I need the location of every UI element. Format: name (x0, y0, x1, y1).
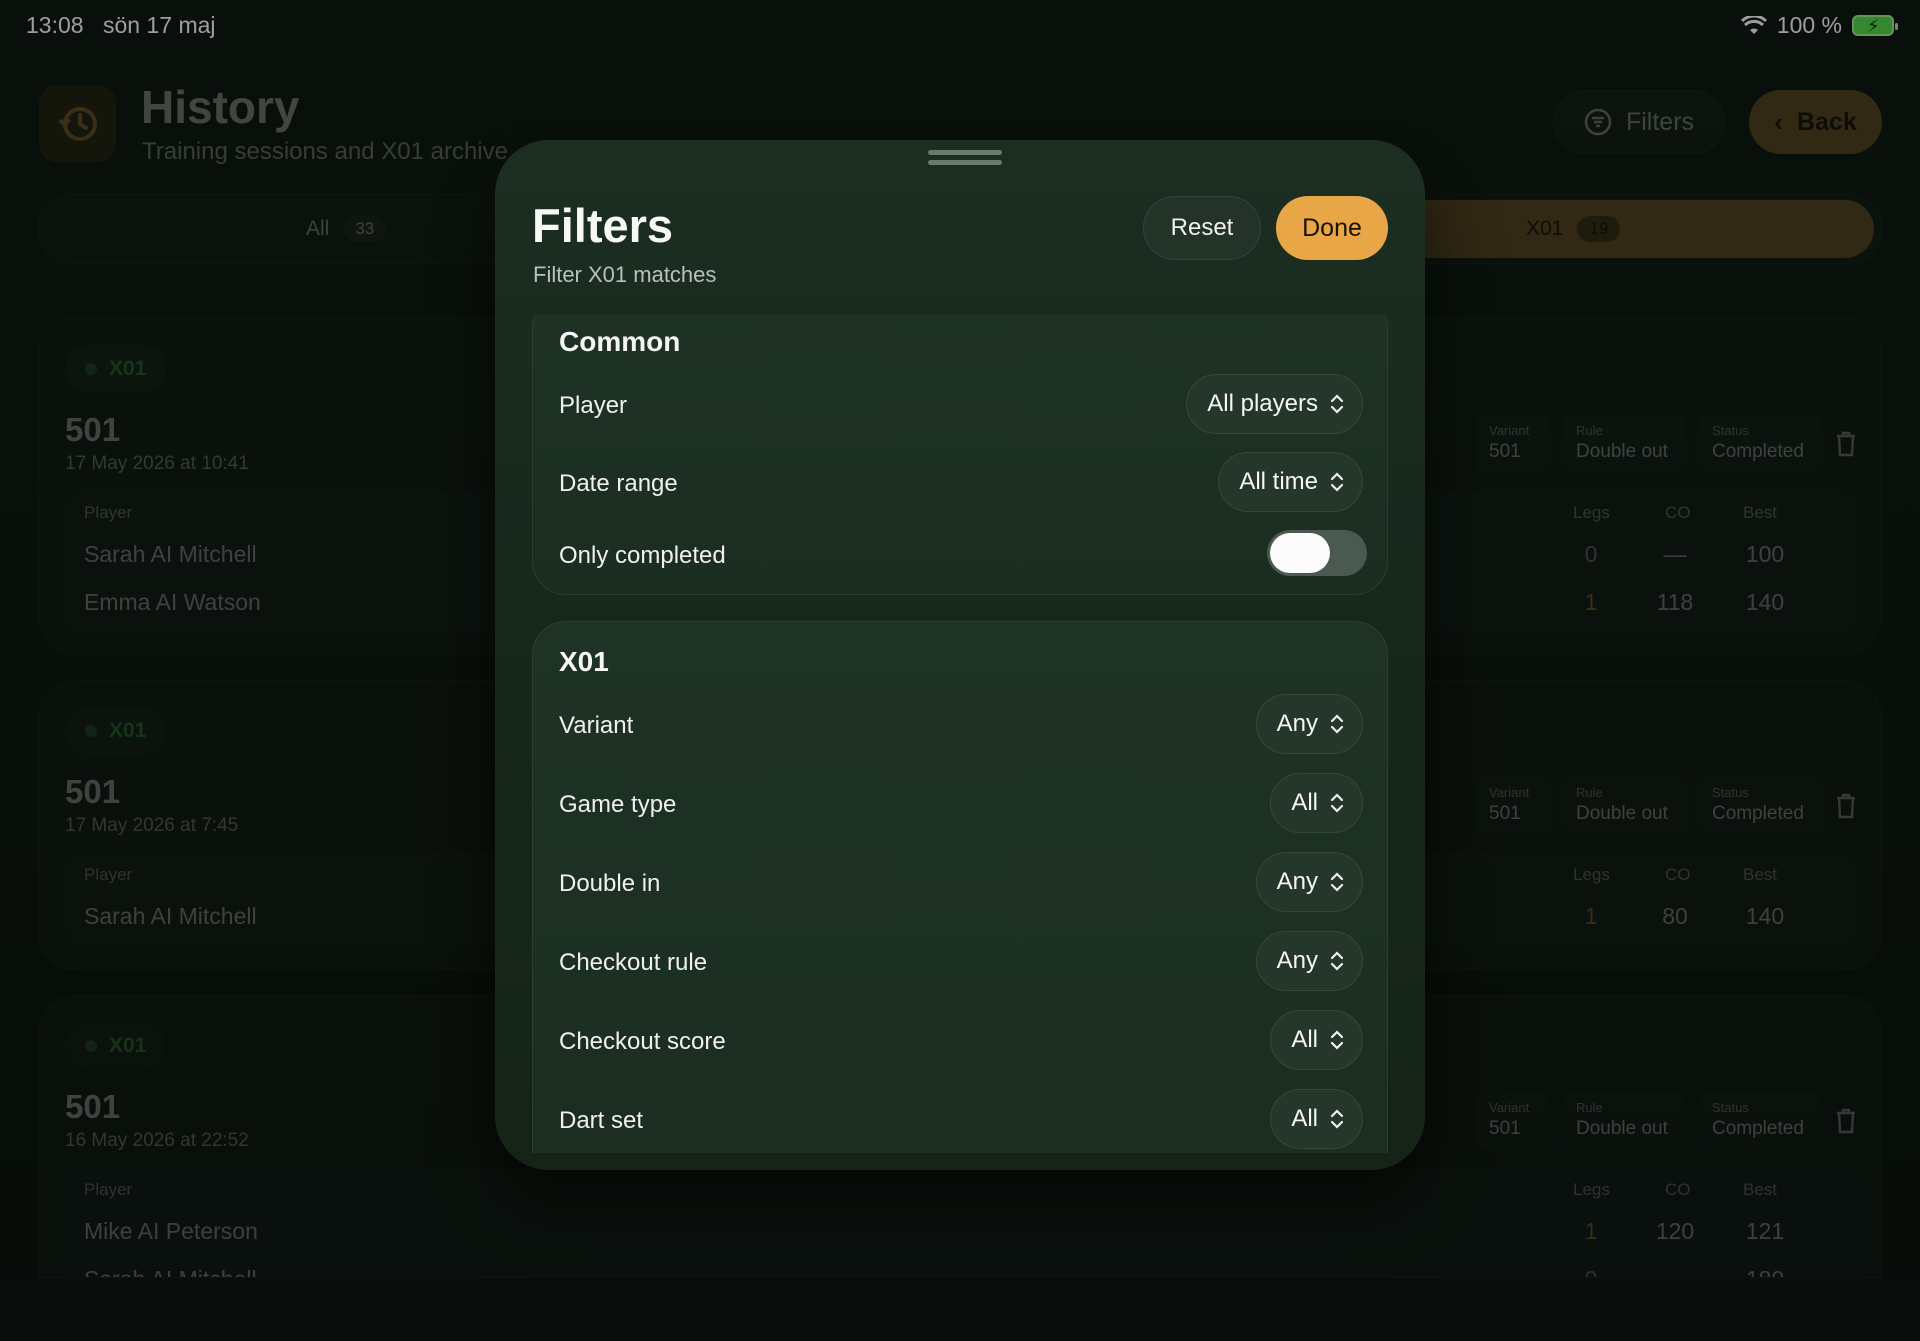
x01-filter-picker[interactable]: Any (1255, 852, 1363, 912)
player-picker[interactable]: All players (1186, 374, 1363, 434)
sheet-subtitle: Filter X01 matches (533, 262, 717, 287)
x01-filter-picker[interactable]: All (1270, 1010, 1363, 1070)
sheet-title: Filters (532, 199, 674, 252)
x01-filter-label: Game type (559, 791, 677, 818)
x01-filter-value: All (1291, 1026, 1318, 1053)
x01-filter-value: Any (1276, 947, 1318, 974)
chevron-updown-icon (1330, 1109, 1344, 1129)
x01-filter-picker[interactable]: Any (1255, 694, 1363, 754)
x01-filter-value: All (1291, 789, 1318, 816)
x01-filter-label: Checkout rule (559, 949, 708, 976)
date-range-picker[interactable]: All time (1218, 452, 1363, 512)
date-range-value: All time (1239, 468, 1318, 495)
filters-scroll-area[interactable]: Common Player All players Date range All tim… (495, 315, 1425, 1153)
x01-filter-label: Dart set (559, 1107, 644, 1134)
x01-filter-label: Double in (559, 870, 661, 897)
chevron-updown-icon (1330, 793, 1344, 813)
common-section: Common Player All players Date range All tim… (532, 315, 1388, 595)
x01-filter-picker[interactable]: All (1270, 1089, 1363, 1149)
only-completed-label: Only completed (559, 542, 726, 569)
player-filter-label: Player (559, 392, 628, 419)
x01-filter-picker[interactable]: All (1270, 773, 1363, 833)
x01-section-title: X01 (559, 646, 609, 677)
x01-filter-label: Variant (559, 712, 634, 739)
only-completed-toggle[interactable] (1267, 530, 1367, 576)
chevron-updown-icon (1330, 951, 1344, 971)
chevron-updown-icon (1330, 872, 1344, 892)
player-picker-value: All players (1207, 390, 1318, 417)
chevron-updown-icon (1330, 394, 1344, 414)
chevron-updown-icon (1330, 1030, 1344, 1050)
x01-section: X01 Variant Any Game type All Double in Any Che… (532, 621, 1388, 1153)
x01-filter-label: Checkout score (559, 1028, 726, 1055)
toggle-knob (1270, 533, 1330, 573)
filters-sheet: Filters Filter X01 matches Reset Done Co… (495, 140, 1425, 1170)
x01-filter-value: All (1291, 1105, 1318, 1132)
done-button[interactable]: Done (1276, 196, 1388, 260)
bottom-bar (0, 1278, 1920, 1341)
sheet-grabber[interactable] (928, 150, 1002, 170)
chevron-updown-icon (1330, 472, 1344, 492)
common-section-title: Common (559, 326, 681, 357)
x01-filter-value: Any (1276, 710, 1318, 737)
x01-filter-picker[interactable]: Any (1255, 931, 1363, 991)
date-range-label: Date range (559, 470, 678, 497)
reset-button[interactable]: Reset (1143, 196, 1261, 260)
chevron-updown-icon (1330, 714, 1344, 734)
x01-filter-value: Any (1276, 868, 1318, 895)
